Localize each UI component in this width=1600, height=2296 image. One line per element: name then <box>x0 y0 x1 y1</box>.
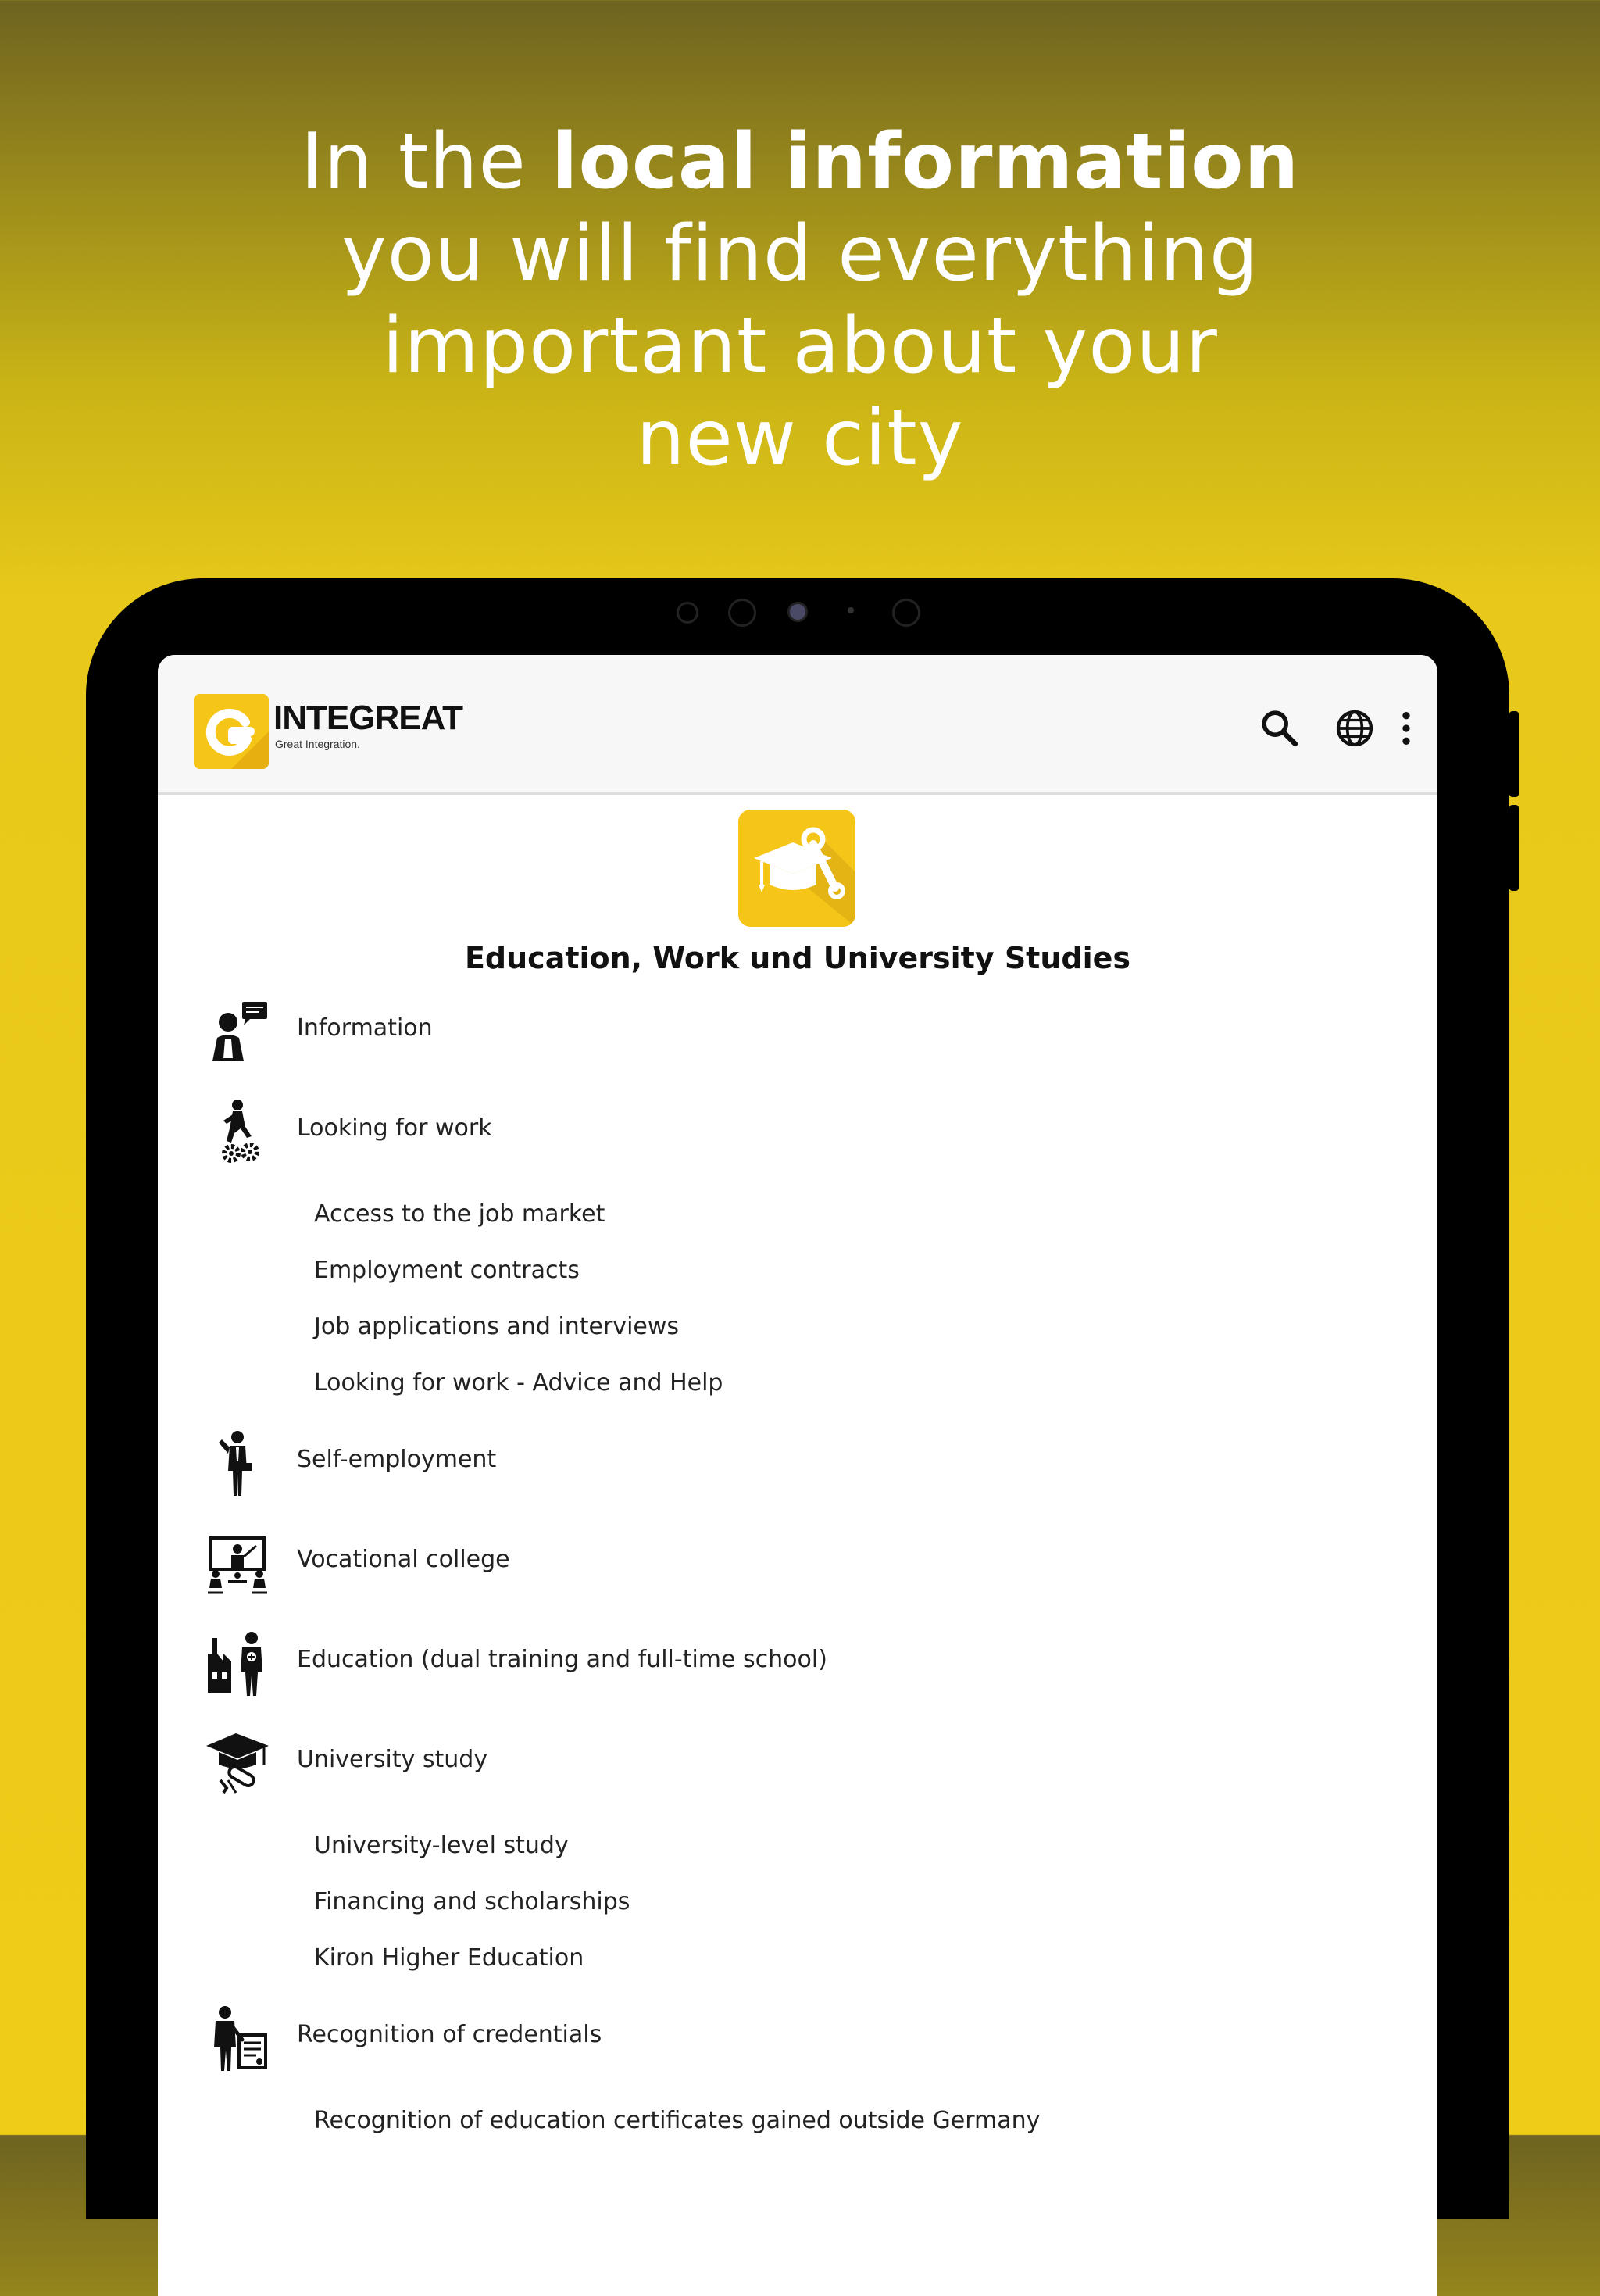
list-item-label: Looking for work <box>297 1114 492 1142</box>
brand-tagline: Great Integration. <box>275 738 360 750</box>
app-bar: INTEGREAT Great Integration. <box>158 655 1438 795</box>
person-climbing-gears-icon <box>222 1100 259 1163</box>
marketing-headline: In the local information you will find e… <box>0 116 1600 485</box>
list-item-vocational-college[interactable]: Vocational college <box>158 1524 1438 1602</box>
factory-worker-icon <box>208 1632 262 1696</box>
headline-line-2: you will find everything <box>341 209 1259 299</box>
graduation-cap-wrench-icon <box>738 810 855 927</box>
logo-g-icon <box>194 694 269 769</box>
camera-lens <box>788 602 808 622</box>
list-item-label: Education (dual training and full-time s… <box>297 1646 827 1673</box>
camera-bar <box>86 578 1509 656</box>
graduation-cap-diploma-icon <box>206 1733 269 1794</box>
list-item-university-study[interactable]: University study <box>158 1724 1438 1802</box>
sensor-dot <box>677 602 698 624</box>
list-item-label: Recognition of credentials <box>297 2021 602 2048</box>
sensor-dot <box>892 599 920 627</box>
list-item-label: Information <box>297 1014 433 1042</box>
more-vert-icon[interactable] <box>1392 706 1420 750</box>
sub-item[interactable]: Job applications and interviews <box>314 1313 679 1340</box>
headline-line-3: important about your <box>382 302 1218 391</box>
sub-item[interactable]: Kiron Higher Education <box>314 1944 584 1972</box>
sub-item[interactable]: Financing and scholarships <box>314 1888 630 1915</box>
list-item-label: Vocational college <box>297 1546 510 1573</box>
sub-item[interactable]: Employment contracts <box>314 1257 580 1284</box>
sub-item[interactable]: University-level study <box>314 1832 569 1859</box>
app-screen: INTEGREAT Great Integration. Education, … <box>158 655 1438 2296</box>
headline-line-1: In the local information <box>300 117 1300 206</box>
person-certificate-icon <box>214 2006 267 2071</box>
list-item-label: Self-employment <box>297 1446 497 1473</box>
search-icon[interactable] <box>1258 706 1302 750</box>
sensor-dot <box>728 599 756 627</box>
list-item-looking-for-work[interactable]: Looking for work <box>158 1093 1438 1171</box>
page-title: Education, Work und University Studies <box>464 941 1131 975</box>
sub-item[interactable]: Access to the job market <box>314 1200 605 1228</box>
sub-item[interactable]: Looking for work - Advice and Help <box>314 1369 723 1397</box>
headline-line-4: new city <box>636 394 964 483</box>
volume-button <box>1509 711 1519 797</box>
list-item-education[interactable]: Education (dual training and full-time s… <box>158 1624 1438 1702</box>
list-item-information[interactable]: Information <box>158 992 1438 1071</box>
power-button <box>1509 805 1519 891</box>
list-item-recognition[interactable]: Recognition of credentials <box>158 1999 1438 2077</box>
list-item-label: University study <box>297 1746 488 1773</box>
integreat-logo[interactable] <box>194 694 269 769</box>
person-speech-bubble-icon <box>212 1002 267 1061</box>
list-item-self-employment[interactable]: Self-employment <box>158 1424 1438 1502</box>
category-icon <box>738 810 855 927</box>
tablet-frame: INTEGREAT Great Integration. Education, … <box>86 578 1519 2296</box>
brand-name: INTEGREAT <box>273 699 463 737</box>
businessman-icon <box>219 1431 252 1496</box>
classroom-icon <box>208 1536 267 1594</box>
sensor-dot <box>848 607 854 613</box>
sub-item[interactable]: Recognition of education certificates ga… <box>314 2107 1040 2134</box>
globe-icon[interactable] <box>1333 706 1377 750</box>
